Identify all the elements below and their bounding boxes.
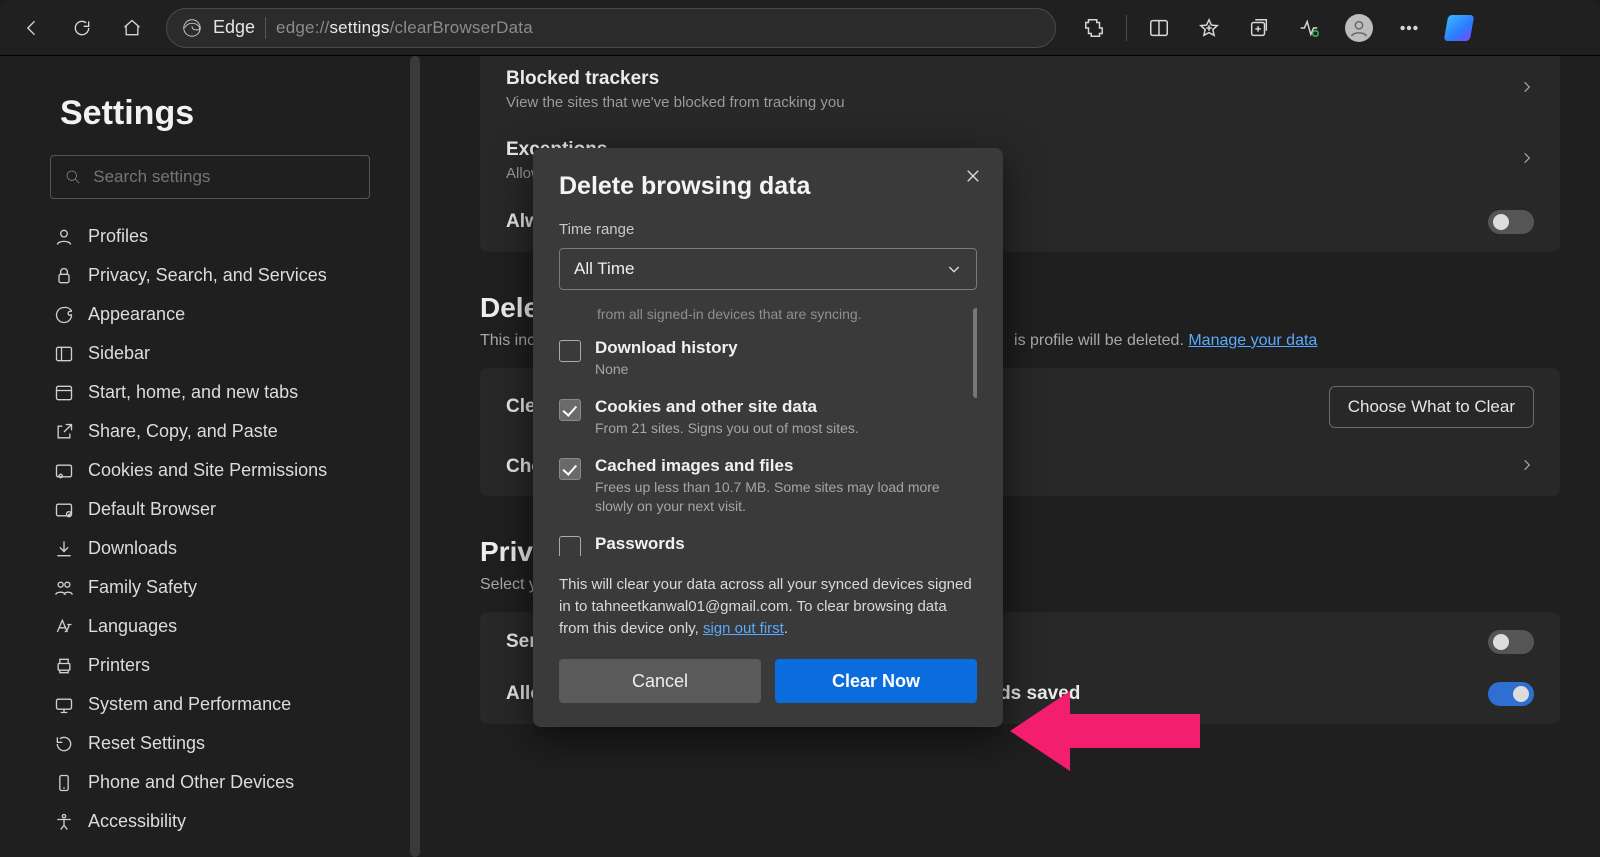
sidebar-item-printers[interactable]: Printers xyxy=(50,646,390,685)
clear-now-button[interactable]: Clear Now xyxy=(775,659,977,703)
chevron-right-icon xyxy=(1520,458,1534,477)
option-cached[interactable]: Cached images and filesFrees up less tha… xyxy=(559,448,967,526)
toggle-off[interactable] xyxy=(1488,210,1534,234)
home-button[interactable] xyxy=(110,8,154,48)
delete-browsing-data-dialog: Delete browsing data Time range All Time… xyxy=(533,148,1003,727)
sidebar-item-share[interactable]: Share, Copy, and Paste xyxy=(50,412,390,451)
sidebar-item-cookies[interactable]: Cookies and Site Permissions xyxy=(50,451,390,490)
url-text: edge://settings/clearBrowserData xyxy=(276,18,533,38)
manage-data-link[interactable]: Manage your data xyxy=(1188,332,1317,349)
time-range-label: Time range xyxy=(559,221,977,238)
sync-warning: This will clear your data across all you… xyxy=(559,574,977,639)
chevron-right-icon xyxy=(1520,151,1534,170)
sidebar-item-start[interactable]: Start, home, and new tabs xyxy=(50,373,390,412)
clear-options-list[interactable]: from all signed-in devices that are sync… xyxy=(559,306,977,556)
more-menu-icon[interactable] xyxy=(1387,8,1431,48)
time-range-select[interactable]: All Time xyxy=(559,248,977,290)
toggle-on[interactable] xyxy=(1488,682,1534,706)
sign-out-link[interactable]: sign out first xyxy=(703,620,784,637)
sidebar-item-system[interactable]: System and Performance xyxy=(50,685,390,724)
address-bar[interactable]: Edge edge://settings/clearBrowserData xyxy=(166,8,1056,48)
option-download-history[interactable]: Download historyNone xyxy=(559,330,967,389)
page-title: Settings xyxy=(60,94,390,133)
option-cookies[interactable]: Cookies and other site dataFrom 21 sites… xyxy=(559,389,967,448)
checkbox-unchecked[interactable] xyxy=(559,340,581,362)
edge-logo-icon xyxy=(181,17,203,39)
search-input[interactable] xyxy=(93,167,355,187)
annotation-arrow xyxy=(1010,686,1200,776)
back-button[interactable] xyxy=(10,8,54,48)
split-screen-icon[interactable] xyxy=(1137,8,1181,48)
divider xyxy=(1126,15,1127,41)
close-button[interactable] xyxy=(959,162,987,190)
checkbox-unchecked[interactable] xyxy=(559,536,581,556)
profile-avatar[interactable] xyxy=(1337,8,1381,48)
sidebar-item-phone[interactable]: Phone and Other Devices xyxy=(50,763,390,802)
sidebar-item-downloads[interactable]: Downloads xyxy=(50,529,390,568)
blocked-trackers-row[interactable]: Blocked trackersView the sites that we'v… xyxy=(480,56,1560,125)
settings-sidebar: Settings Profiles Privacy, Search, and S… xyxy=(0,56,420,857)
sidebar-item-reset[interactable]: Reset Settings xyxy=(50,724,390,763)
sidebar-item-appearance[interactable]: Appearance xyxy=(50,295,390,334)
performance-icon[interactable] xyxy=(1287,8,1331,48)
search-settings[interactable] xyxy=(50,155,370,199)
dialog-title: Delete browsing data xyxy=(559,172,977,201)
cancel-button[interactable]: Cancel xyxy=(559,659,761,703)
toggle-off[interactable] xyxy=(1488,630,1534,654)
checkbox-checked[interactable] xyxy=(559,458,581,480)
sidebar-item-privacy[interactable]: Privacy, Search, and Services xyxy=(50,256,390,295)
refresh-button[interactable] xyxy=(60,8,104,48)
chevron-down-icon xyxy=(946,261,962,277)
divider xyxy=(265,17,266,39)
sidebar-item-default-browser[interactable]: Default Browser xyxy=(50,490,390,529)
app-name: Edge xyxy=(213,17,255,38)
truncated-text: from all signed-in devices that are sync… xyxy=(597,306,967,322)
checkbox-checked[interactable] xyxy=(559,399,581,421)
sidebar-item-family[interactable]: Family Safety xyxy=(50,568,390,607)
sidebar-item-profiles[interactable]: Profiles xyxy=(50,217,390,256)
favorites-icon[interactable] xyxy=(1187,8,1231,48)
browser-titlebar: Edge edge://settings/clearBrowserData xyxy=(0,0,1600,56)
sidebar-item-languages[interactable]: Languages xyxy=(50,607,390,646)
scrollbar-thumb[interactable] xyxy=(973,308,977,398)
collections-icon[interactable] xyxy=(1237,8,1281,48)
copilot-icon[interactable] xyxy=(1437,8,1481,48)
sidebar-item-sidebar[interactable]: Sidebar xyxy=(50,334,390,373)
chevron-right-icon xyxy=(1520,80,1534,99)
choose-what-to-clear-button[interactable]: Choose What to Clear xyxy=(1329,386,1534,428)
option-passwords[interactable]: Passwords xyxy=(559,526,967,556)
toolbar-right xyxy=(1072,8,1481,48)
search-icon xyxy=(65,168,81,186)
sidebar-item-accessibility[interactable]: Accessibility xyxy=(50,802,390,841)
extensions-icon[interactable] xyxy=(1072,8,1116,48)
